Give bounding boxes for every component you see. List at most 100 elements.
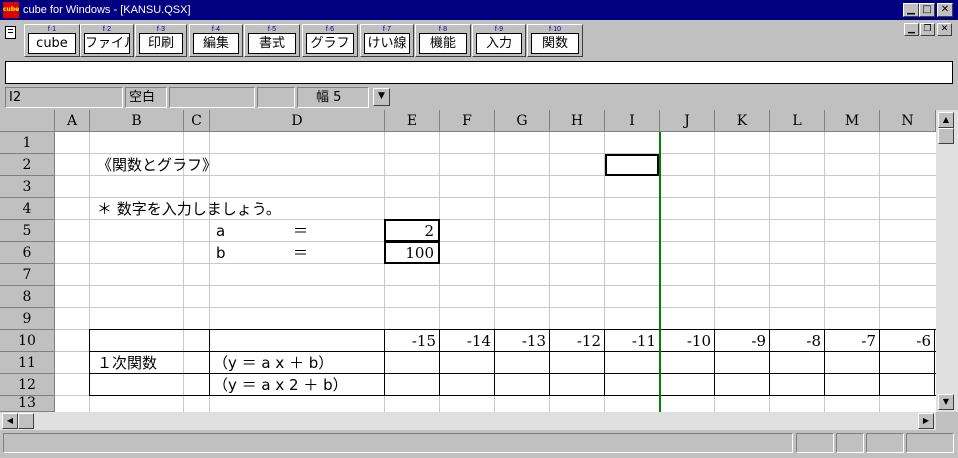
row-header-9[interactable]: 9 [0, 308, 55, 330]
fkey-label: 書式 [248, 33, 296, 54]
doc-restore-button[interactable]: ❐ [920, 23, 935, 36]
status-panel [906, 433, 954, 453]
fkey-number: f·1 [47, 26, 57, 33]
x-value-cell[interactable]: -11 [605, 331, 660, 351]
cell-d5-label[interactable]: a [216, 221, 225, 241]
fkey-label: ファイル [84, 33, 130, 54]
row-header-10[interactable]: 10 [0, 330, 55, 352]
vertical-scrollbar[interactable]: ▲ ▼ [936, 110, 958, 412]
x-value-cell[interactable]: -14 [440, 331, 495, 351]
row-header-1[interactable]: 1 [0, 132, 55, 154]
cell-b11[interactable]: １次関数 [97, 353, 157, 373]
x-value-cell[interactable]: -9 [715, 331, 770, 351]
scroll-up-icon[interactable]: ▲ [938, 112, 954, 128]
freeze-pane-divider[interactable] [659, 132, 661, 412]
cell-reference: I2 [5, 87, 123, 108]
toolbar-button-formulas[interactable]: f·10 関数 [527, 24, 583, 57]
fkey-label: グラフ [306, 33, 354, 54]
scroll-thumb[interactable] [938, 128, 954, 144]
cell-d6-label[interactable]: b [216, 243, 226, 263]
select-all-corner[interactable] [0, 110, 55, 132]
formula-input[interactable] [5, 61, 953, 84]
cell-b4[interactable]: ＊ 数字を入力しましょう。 [97, 199, 281, 219]
row-header-3[interactable]: 3 [0, 176, 55, 198]
status-blank-2 [257, 87, 295, 108]
row-header-13[interactable]: 13 [0, 396, 55, 412]
minimize-button[interactable]: ▁ [903, 3, 919, 17]
row-header-6[interactable]: 6 [0, 242, 55, 264]
doc-minimize-button[interactable]: ▁ [904, 23, 919, 36]
cell-d11[interactable]: （y ＝ a x ＋ b） [213, 353, 333, 373]
status-blank [169, 87, 255, 108]
column-header-m[interactable]: M [825, 110, 880, 132]
toolbar-button-input[interactable]: f·9 入力 [472, 24, 526, 57]
input-b[interactable]: 100 [384, 241, 440, 264]
column-header-h[interactable]: H [550, 110, 605, 132]
column-header-d[interactable]: D [210, 110, 385, 132]
fkey-number: f·2 [102, 26, 112, 33]
column-header-a[interactable]: A [55, 110, 90, 132]
fkey-number: f·10 [548, 26, 562, 33]
row-header-2[interactable]: 2 [0, 154, 55, 176]
scroll-down-icon[interactable]: ▼ [938, 394, 954, 410]
spreadsheet-grid[interactable]: A B C D E F G H I J K L M N 1 2 3 4 5 6 … [0, 110, 936, 412]
cell-b2[interactable]: 《関数とグラフ》 [97, 155, 217, 175]
column-header-g[interactable]: G [495, 110, 550, 132]
close-button[interactable]: ✕ [937, 3, 953, 17]
row-header-4[interactable]: 4 [0, 198, 55, 220]
toolbar-button-file[interactable]: f·2 ファイル [80, 24, 134, 57]
column-header-k[interactable]: K [715, 110, 770, 132]
row-header-11[interactable]: 11 [0, 352, 55, 374]
column-header-e[interactable]: E [385, 110, 440, 132]
row-header-5[interactable]: 5 [0, 220, 55, 242]
grid-line [55, 175, 936, 176]
column-header-i[interactable]: I [605, 110, 660, 132]
fkey-number: f·8 [438, 26, 448, 33]
toolbar-button-cube[interactable]: f·1 cube [24, 24, 80, 57]
dropdown-arrow-icon[interactable]: ▼ [373, 88, 390, 106]
row-header-8[interactable]: 8 [0, 286, 55, 308]
x-value-cell[interactable]: -6 [880, 331, 935, 351]
cell-state: 空白 [125, 87, 167, 108]
column-header-l[interactable]: L [770, 110, 825, 132]
column-header-c[interactable]: C [184, 110, 210, 132]
scroll-left-icon[interactable]: ◀ [2, 413, 18, 429]
fkey-label: 編集 [193, 33, 239, 54]
fkey-label: 関数 [531, 33, 579, 54]
fkey-number: f·4 [211, 26, 221, 33]
toolbar-button-rule-lines[interactable]: f·7 けい線 [360, 24, 414, 57]
active-cell-cursor[interactable] [605, 154, 659, 176]
x-value-cell[interactable]: -8 [770, 331, 825, 351]
document-icon[interactable] [3, 24, 17, 40]
grid-line [55, 241, 936, 242]
doc-close-button[interactable]: ✕ [937, 23, 952, 36]
grid-line [55, 263, 936, 264]
scroll-thumb-horizontal[interactable] [18, 413, 34, 429]
x-value-cell[interactable]: -12 [550, 331, 605, 351]
row-header-7[interactable]: 7 [0, 264, 55, 286]
toolbar-button-edit[interactable]: f·4 編集 [189, 24, 243, 57]
horizontal-scrollbar[interactable]: ◀ ▶ [0, 412, 936, 430]
column-header-b[interactable]: B [90, 110, 184, 132]
x-value-cell[interactable]: -10 [660, 331, 715, 351]
x-value-cell[interactable]: -13 [495, 331, 550, 351]
column-header-n[interactable]: N [880, 110, 936, 132]
toolbar-button-print[interactable]: f·3 印刷 [135, 24, 187, 57]
row-header-12[interactable]: 12 [0, 374, 55, 396]
cell-d12[interactable]: （y ＝ a x 2 ＋ b） [213, 375, 348, 395]
toolbar-button-graph[interactable]: f·6 グラフ [302, 24, 358, 57]
grid-line [55, 307, 936, 308]
toolbar-button-function[interactable]: f·8 機能 [415, 24, 471, 57]
fkey-label: けい線 [364, 33, 410, 54]
x-value-cell[interactable]: -15 [385, 331, 440, 351]
cell-d5-equals: ＝ [293, 222, 309, 240]
column-header-j[interactable]: J [660, 110, 715, 132]
maximize-button[interactable]: □ [919, 3, 935, 17]
fkey-number: f·5 [267, 26, 277, 33]
toolbar-button-format[interactable]: f·5 書式 [244, 24, 300, 57]
x-value-cell[interactable]: -7 [825, 331, 880, 351]
status-panel [866, 433, 904, 453]
scroll-right-icon[interactable]: ▶ [918, 413, 934, 429]
input-a[interactable]: 2 [384, 219, 440, 242]
column-header-f[interactable]: F [440, 110, 495, 132]
